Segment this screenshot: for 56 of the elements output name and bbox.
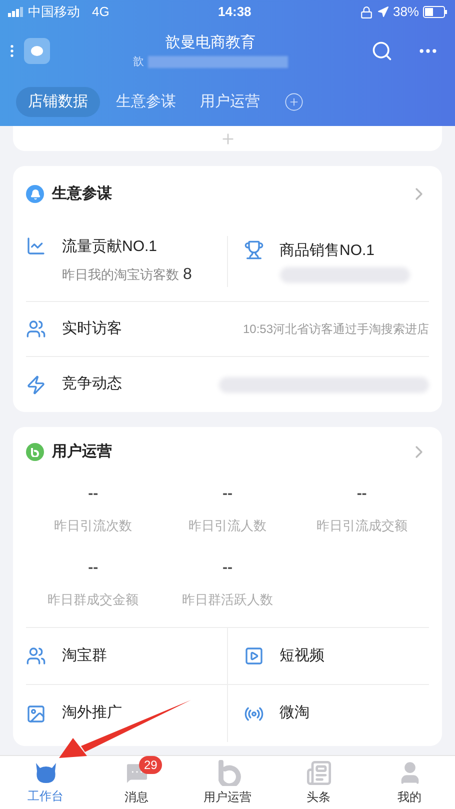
rotation-lock-icon	[360, 6, 373, 18]
chart-icon	[26, 236, 46, 256]
shortcut-label: 淘宝群	[62, 646, 107, 666]
shortcut-item[interactable]: 微淘	[228, 685, 429, 742]
nav-tab[interactable]: 用户运营	[182, 756, 273, 809]
battery-percent: 38%	[392, 3, 419, 22]
shortcut-label: 淘外推广	[62, 703, 122, 724]
stat-label: 昨日群成交金额	[48, 590, 139, 608]
card-title: 用户运营	[52, 442, 113, 462]
carrier-name: 中国移动	[28, 3, 80, 22]
clock-time: 14:38	[218, 3, 252, 22]
highlight-title: 流量贡献NO.1	[62, 237, 158, 258]
people-icon	[26, 646, 46, 666]
row-detail: 10:53河北省访客通过手淘搜索进店	[242, 321, 429, 338]
add-tab-icon[interactable]	[284, 92, 304, 112]
battery-icon	[423, 6, 447, 18]
nav-tab[interactable]: 消息 29	[91, 756, 182, 809]
list-row[interactable]: 竞争动态	[26, 357, 429, 412]
shop-title: 歆曼电商教育	[166, 32, 256, 52]
news-icon	[306, 760, 332, 786]
search-icon[interactable]	[371, 40, 393, 62]
signal-icon	[8, 7, 24, 17]
shortcut-item[interactable]: 短视频	[228, 628, 429, 685]
image-icon	[26, 704, 46, 724]
stat-label: 昨日群活跃人数	[182, 590, 273, 608]
trophy-icon	[244, 240, 264, 260]
stat-value: --	[222, 558, 232, 578]
nav-tab[interactable]: 头条	[273, 756, 364, 809]
nav-tab[interactable]: 我的	[364, 756, 455, 809]
highlight-caption: 昨日我的淘宝访客数	[62, 266, 179, 284]
visitor-count: 8	[183, 264, 192, 285]
stat-value: --	[356, 484, 367, 504]
people-icon	[26, 319, 46, 339]
add-icon[interactable]	[220, 130, 236, 146]
stat-value: --	[88, 558, 98, 578]
row-label: 实时访客	[62, 318, 122, 339]
tab[interactable]: 店铺数据	[16, 86, 100, 118]
shop-subtitle: 歆	[133, 55, 144, 70]
shortcut-label: 短视频	[280, 646, 324, 666]
stat-label: 昨日引流人数	[188, 516, 266, 534]
stat-label: 昨日引流成交额	[316, 516, 408, 534]
stat-label: 昨日引流次数	[54, 516, 132, 534]
network-type: 4G	[92, 3, 110, 22]
bell-badge-icon	[26, 185, 44, 203]
stat-value: --	[222, 484, 232, 504]
highlight-title: 商品销售NO.1	[280, 241, 376, 262]
shortcut-label: 微淘	[280, 703, 310, 724]
lightning-icon	[26, 374, 46, 394]
shortcut-item[interactable]: 淘宝群	[26, 628, 228, 685]
location-icon	[376, 6, 389, 18]
card-title: 生意参谋	[52, 184, 113, 204]
row-label: 竞争动态	[62, 374, 122, 394]
stat-value: --	[88, 484, 98, 504]
play-icon	[244, 646, 264, 666]
nav-tab[interactable]: 工作台	[0, 756, 91, 809]
list-row[interactable]: 实时访客 10:53河北省访客通过手淘搜索进店	[26, 302, 429, 357]
